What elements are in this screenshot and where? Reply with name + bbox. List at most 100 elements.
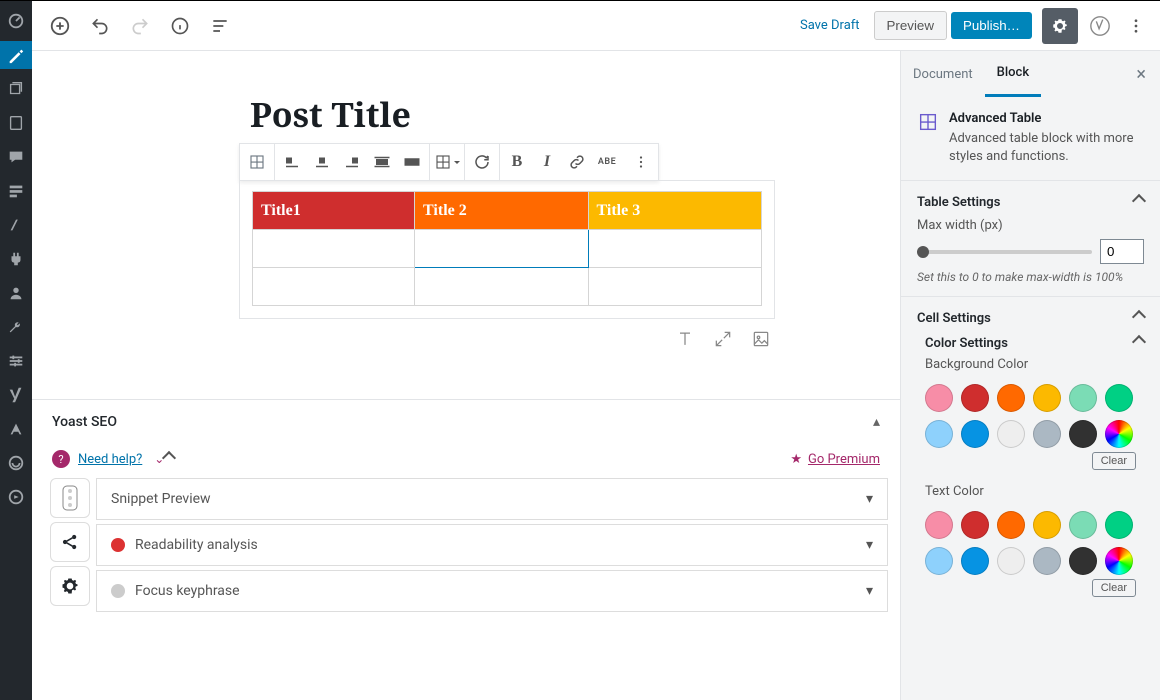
close-sidebar-button[interactable]: × (1122, 64, 1160, 85)
color-swatch[interactable] (1069, 547, 1097, 575)
color-swatch[interactable] (1069, 511, 1097, 539)
table-row[interactable] (253, 268, 762, 306)
focus-keyphrase-accordion[interactable]: Focus keyphrase▾ (96, 570, 888, 612)
sidebar-users[interactable] (0, 279, 32, 307)
sidebar-yoast[interactable] (0, 381, 32, 409)
wp-admin-sidebar (0, 1, 32, 700)
sidebar-posts[interactable] (0, 41, 32, 69)
sidebar-item-c[interactable] (0, 483, 32, 511)
yoast-tab-snippet[interactable] (50, 478, 90, 518)
table-header-3[interactable]: Title 3 (588, 192, 762, 230)
save-draft-link[interactable]: Save Draft (790, 18, 870, 33)
color-swatch[interactable] (925, 547, 953, 575)
sidebar-settings[interactable] (0, 347, 32, 375)
table-edit-dropdown[interactable] (432, 146, 462, 178)
link-button[interactable] (562, 146, 592, 178)
table-header-1[interactable]: Title1 (253, 192, 415, 230)
color-swatch[interactable] (997, 420, 1025, 448)
editor-canvas[interactable]: Post Title (32, 51, 900, 700)
text-clear-button[interactable]: Clear (1092, 579, 1136, 597)
sidebar-media[interactable] (0, 75, 32, 103)
add-block-button[interactable] (42, 8, 78, 44)
color-swatch[interactable] (925, 511, 953, 539)
table-header-2[interactable]: Title 2 (415, 192, 588, 230)
custom-color-swatch[interactable] (1105, 420, 1133, 448)
need-help-link[interactable]: Need help? (78, 452, 142, 467)
yoast-toggle-button[interactable] (1082, 8, 1118, 44)
advanced-table-block[interactable]: Title1 Title 2 Title 3 (239, 180, 775, 319)
color-swatch[interactable] (925, 384, 953, 412)
color-swatch[interactable] (1069, 384, 1097, 412)
max-width-slider[interactable] (917, 250, 1092, 254)
color-swatch[interactable] (997, 547, 1025, 575)
sidebar-comments[interactable] (0, 143, 32, 171)
redo-button[interactable] (122, 8, 158, 44)
color-swatch[interactable] (997, 384, 1025, 412)
color-swatch[interactable] (961, 384, 989, 412)
publish-button[interactable]: Publish… (951, 12, 1032, 39)
undo-button[interactable] (82, 8, 118, 44)
block-info-title: Advanced Table (949, 111, 1144, 126)
block-type-icon[interactable] (242, 146, 272, 178)
bg-clear-button[interactable]: Clear (1092, 452, 1136, 470)
tab-document[interactable]: Document (901, 53, 985, 96)
color-swatch[interactable] (961, 511, 989, 539)
info-button[interactable] (162, 8, 198, 44)
post-title[interactable]: Post Title (250, 91, 900, 137)
color-swatch[interactable] (925, 420, 953, 448)
color-swatch[interactable] (1033, 384, 1061, 412)
cell-settings-title: Cell Settings (917, 311, 991, 326)
color-swatch[interactable] (1033, 420, 1061, 448)
table-cell-selected[interactable] (415, 230, 588, 268)
sidebar-pages[interactable] (0, 109, 32, 137)
color-swatch[interactable] (1105, 384, 1133, 412)
italic-button[interactable]: I (532, 146, 562, 178)
align-wide-button[interactable] (367, 146, 397, 178)
color-swatch[interactable] (1033, 547, 1061, 575)
color-swatch[interactable] (1033, 511, 1061, 539)
custom-color-swatch[interactable] (1105, 547, 1133, 575)
cell-settings-toggle[interactable]: Cell Settings (917, 309, 1144, 328)
color-swatch[interactable] (1069, 420, 1097, 448)
sidebar-forms[interactable] (0, 177, 32, 205)
snippet-preview-label: Snippet Preview (111, 491, 211, 507)
yoast-tab-advanced[interactable] (50, 566, 90, 606)
align-right-button[interactable] (337, 146, 367, 178)
max-width-input[interactable] (1100, 239, 1144, 264)
image-icon[interactable] (751, 329, 771, 349)
table-settings-toggle[interactable]: Table Settings (917, 193, 1144, 212)
color-swatch[interactable] (961, 420, 989, 448)
text-mode-icon[interactable] (675, 329, 695, 349)
expand-icon[interactable] (713, 329, 733, 349)
align-left-button[interactable] (277, 146, 307, 178)
sidebar-tools[interactable] (0, 313, 32, 341)
go-premium-link[interactable]: Go Premium (808, 452, 880, 467)
block-more-button[interactable] (626, 146, 656, 178)
align-full-button[interactable] (397, 146, 427, 178)
outline-button[interactable] (202, 8, 238, 44)
refresh-button[interactable] (467, 146, 497, 178)
sidebar-dashboard[interactable] (0, 7, 32, 35)
bold-button[interactable]: B (502, 146, 532, 178)
sidebar-item-a[interactable] (0, 415, 32, 443)
more-menu-button[interactable] (1122, 8, 1150, 44)
color-settings-toggle[interactable]: Color Settings (917, 328, 1144, 351)
settings-toggle-button[interactable] (1042, 8, 1078, 44)
sidebar-plugins[interactable] (0, 245, 32, 273)
help-icon: ? (52, 450, 70, 468)
color-swatch[interactable] (997, 511, 1025, 539)
readability-accordion[interactable]: Readability analysis▾ (96, 524, 888, 566)
table-row[interactable] (253, 230, 762, 268)
color-swatch[interactable] (961, 547, 989, 575)
color-swatch[interactable] (1105, 511, 1133, 539)
align-center-button[interactable] (307, 146, 337, 178)
chevron-up-icon (1134, 311, 1144, 326)
yoast-header[interactable]: Yoast SEO ▴ (32, 400, 900, 444)
snippet-preview-accordion[interactable]: Snippet Preview▾ (96, 478, 888, 520)
yoast-tab-social[interactable] (50, 522, 90, 562)
tab-block[interactable]: Block (985, 51, 1041, 97)
sidebar-item-b[interactable] (0, 449, 32, 477)
sidebar-appearance[interactable] (0, 211, 32, 239)
preview-button[interactable]: Preview (874, 11, 947, 40)
strikethrough-button[interactable]: ABE (592, 146, 622, 178)
